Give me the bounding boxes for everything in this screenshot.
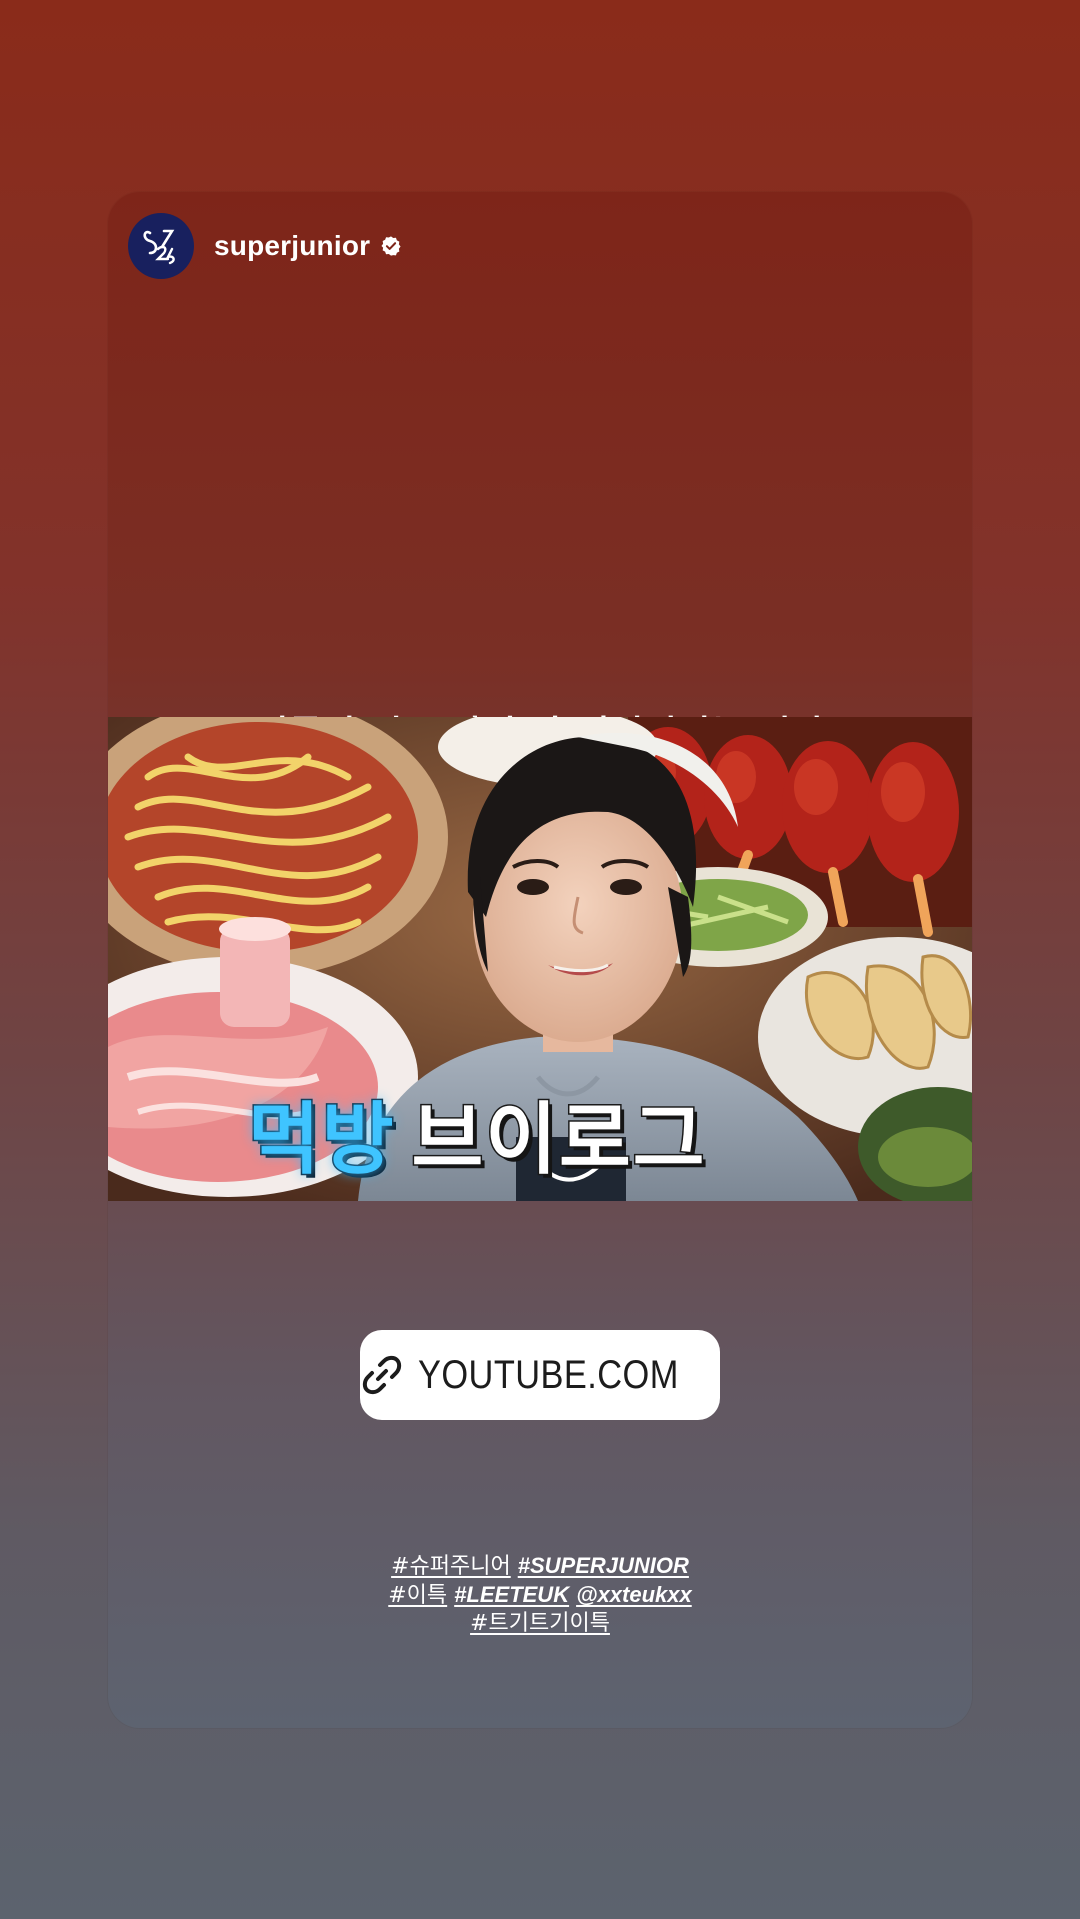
avatar[interactable] <box>128 213 194 279</box>
hashtag-leeteuk-ko[interactable]: #이특 <box>388 1583 447 1608</box>
hashtag-line-3: #트기트기이특 <box>108 1610 972 1638</box>
story-header: superjunior <box>128 212 402 280</box>
hashtag-line-2: #이특 #LEETEUK @xxteukxx <box>108 1581 972 1610</box>
verified-badge-icon <box>381 236 401 256</box>
sj-logo-icon <box>129 214 193 278</box>
link-sticker-label: YOUTUBE.COM <box>418 1352 680 1397</box>
username[interactable]: superjunior <box>214 230 370 262</box>
thumbnail-title-plain: 브이로그 <box>410 1094 707 1187</box>
mention-xxteukxx[interactable]: @xxteukxx <box>576 1582 692 1607</box>
video-thumbnail: 먹방 브이로그 <box>108 717 972 1201</box>
hashtag-line-1: #슈퍼주니어 #SUPERJUNIOR <box>108 1552 972 1581</box>
thumbnail-title-accent: 먹방 <box>247 1094 396 1187</box>
hashtag-teugiteugi[interactable]: #트기트기이특 <box>470 1611 610 1636</box>
hashtag-block: #슈퍼주니어 #SUPERJUNIOR #이특 #LEETEUK @xxteuk… <box>108 1552 972 1638</box>
story-card[interactable]: superjunior 이특의 일본 맛집 다 털어버리는 영상 <box>108 192 972 1728</box>
hashtag-leeteuk-en[interactable]: #LEETEUK <box>454 1582 569 1607</box>
link-icon <box>363 1355 402 1395</box>
thumbnail-title: 먹방 브이로그 <box>247 1077 707 1189</box>
link-sticker-button[interactable]: YOUTUBE.COM <box>360 1330 720 1420</box>
hashtag-superjunior-ko[interactable]: #슈퍼주니어 <box>391 1554 511 1579</box>
hashtag-superjunior-en[interactable]: #SUPERJUNIOR <box>518 1553 689 1578</box>
